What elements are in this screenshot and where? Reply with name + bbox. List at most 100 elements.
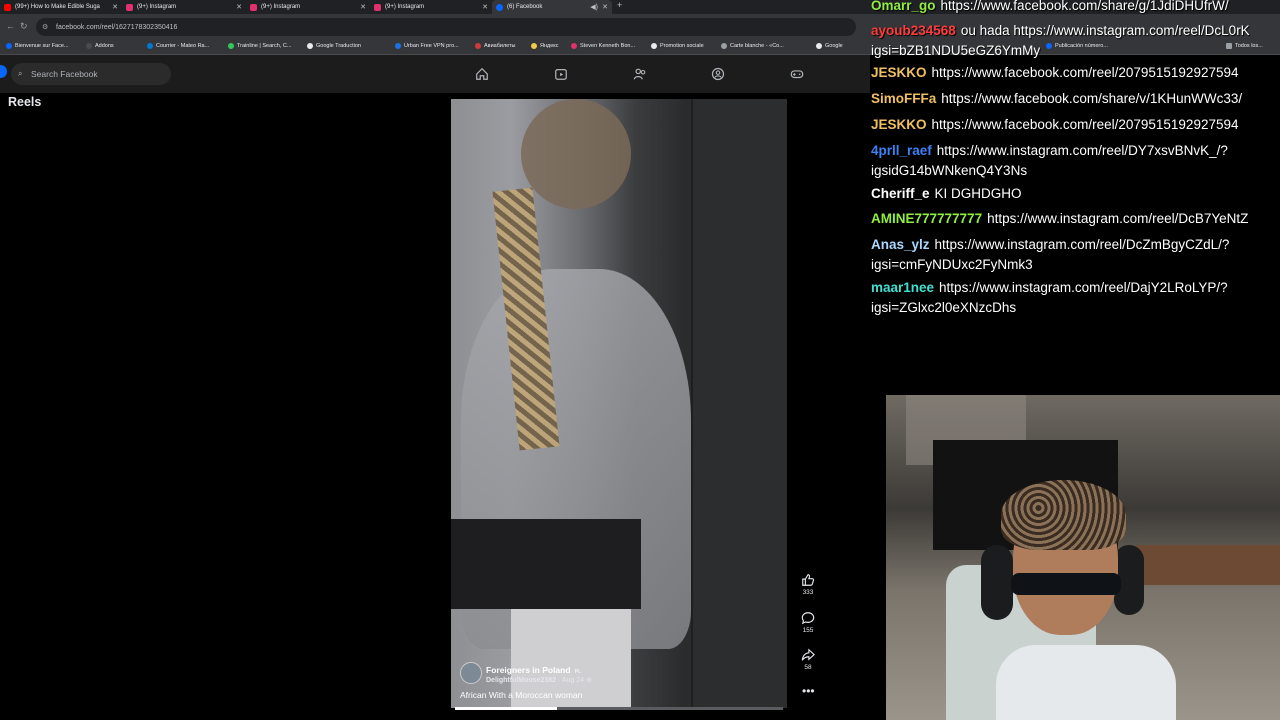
reload-icon[interactable]: ↻ <box>20 21 28 32</box>
video-scene-skirt <box>451 519 641 609</box>
browser-tab-active[interactable]: (6) Facebook ◀) ✕ <box>492 0 612 14</box>
chat-message: JESKKO https://www.facebook.com/reel/2079… <box>871 63 1280 83</box>
facebook-favicon-icon <box>496 3 503 11</box>
stream-chat: Omarr_go https://www.facebook.com/share/g… <box>871 0 1280 330</box>
close-tab-icon[interactable]: ✕ <box>602 3 608 11</box>
like-count: 333 <box>802 589 814 596</box>
new-tab-button[interactable]: + <box>617 0 622 10</box>
bookmark-item[interactable]: Carte blanche - «Co... <box>721 43 784 49</box>
search-icon: ⌕ <box>18 69 23 78</box>
tab-title: (6) Facebook <box>507 4 543 10</box>
groups-icon[interactable] <box>711 67 725 81</box>
friends-icon[interactable] <box>633 67 647 81</box>
webcam-feed <box>886 395 1280 720</box>
chat-username[interactable]: ayoub234568 <box>871 23 956 38</box>
chat-message: Omarr_go https://www.facebook.com/share/g… <box>871 0 1280 16</box>
browser-tab[interactable]: (9+) Instagram ✕ <box>246 0 370 14</box>
chat-message: Anas_ylz https://www.instagram.com/reel/D… <box>871 235 1280 275</box>
instagram-favicon-icon <box>250 3 257 11</box>
close-tab-icon[interactable]: ✕ <box>360 3 366 11</box>
video-progress-fill <box>455 707 557 710</box>
video-scene-door <box>691 99 787 708</box>
chat-text-continued: igsi=cmFyNDUxc2FyNmk3 <box>871 257 1033 272</box>
tab-title: (99+) How to Make Edible Suga <box>15 4 100 10</box>
bookmark-label: Trainline | Search, C... <box>237 43 292 49</box>
comment-count: 155 <box>802 627 814 634</box>
home-icon[interactable] <box>475 67 489 81</box>
webcam-table <box>1136 545 1280 585</box>
reel-video[interactable] <box>451 99 787 708</box>
close-tab-icon[interactable]: ✕ <box>236 3 242 11</box>
bookmark-item[interactable]: Авиабилеты <box>475 43 516 49</box>
chat-message: maar1nee https://www.instagram.com/reel/D… <box>871 278 1280 318</box>
chat-username[interactable]: Cheriff_e <box>871 186 930 201</box>
bookmark-item[interactable]: Bienvenue sur Face... <box>6 43 69 49</box>
browser-tab[interactable]: (99+) How to Make Edible Suga ✕ <box>0 0 122 14</box>
chat-message: AMINE777777777 https://www.instagram.com/… <box>871 209 1280 229</box>
back-icon[interactable]: ← <box>6 21 15 31</box>
chat-text: https://www.instagram.com/reel/DcZmBgyCZ… <box>934 237 1230 252</box>
chat-username[interactable]: Anas_ylz <box>871 237 930 252</box>
chat-username[interactable]: SimoFFFa <box>871 91 936 106</box>
reel-page-name[interactable]: Foreigners in Poland PL <box>486 665 581 675</box>
bookmark-item[interactable]: Courrier - Mateo Ra... <box>147 43 209 49</box>
like-button[interactable]: 333 <box>798 573 818 596</box>
url-input[interactable]: ⚙ facebook.com/reel/1627178302350416 <box>36 18 856 36</box>
facebook-header: ⌕ Search Facebook <box>0 55 870 93</box>
chat-message: Cheriff_e KI DGHDGHO <box>871 184 1280 204</box>
reel-caption: African With a Moroccan woman <box>460 690 583 700</box>
bookmark-item[interactable]: Steven Kenneth Bon... <box>571 43 635 49</box>
chat-username[interactable]: JESKKO <box>871 117 927 132</box>
chat-message: ayoub234568 ou hada https://www.instagram… <box>871 21 1280 61</box>
page-country-badge: PL <box>574 669 582 675</box>
headset-icon <box>981 545 1013 620</box>
chat-text-continued: igsi=bZB1NDU5eGZ6YmMy <box>871 43 1041 58</box>
bookmark-item[interactable]: Promotion sociale <box>651 43 704 49</box>
chat-text: https://www.instagram.com/reel/DcB7YeNtZ <box>987 211 1249 226</box>
site-info-icon[interactable]: ⚙ <box>42 23 48 31</box>
chat-username[interactable]: 4prll_raef <box>871 143 932 158</box>
browser-tab[interactable]: (9+) Instagram ✕ <box>370 0 492 14</box>
bookmark-label: Urban Free VPN pro... <box>404 43 459 49</box>
gaming-icon[interactable] <box>790 67 804 81</box>
comment-button[interactable]: 155 <box>798 611 818 634</box>
close-tab-icon[interactable]: ✕ <box>112 3 118 11</box>
chat-username[interactable]: JESKKO <box>871 65 927 80</box>
share-button[interactable]: 58 <box>798 648 818 671</box>
facebook-logo-icon[interactable] <box>0 65 7 78</box>
bookmark-label: Steven Kenneth Bon... <box>580 43 636 49</box>
chat-text: https://www.instagram.com/reel/DY7xsvBNv… <box>936 143 1228 158</box>
bookmark-item[interactable]: Trainline | Search, C... <box>228 43 291 49</box>
reel-author[interactable]: DelightfulMouse2382 · Aug 24 ⊕ <box>486 676 592 684</box>
chat-username[interactable]: AMINE777777777 <box>871 211 982 226</box>
reel-date: Aug 24 <box>561 677 585 684</box>
more-options-icon[interactable]: ••• <box>802 684 815 698</box>
close-tab-icon[interactable]: ✕ <box>482 3 488 11</box>
video-icon[interactable] <box>554 67 568 81</box>
page-name-text: Foreigners in Poland <box>486 665 571 675</box>
youtube-favicon-icon <box>4 3 11 11</box>
chat-text: https://www.facebook.com/reel/2079515192… <box>931 65 1239 80</box>
page-avatar[interactable] <box>460 662 482 684</box>
video-scene-head <box>521 99 631 209</box>
bookmark-item[interactable]: Google <box>816 43 843 49</box>
bookmark-item[interactable]: Urban Free VPN pro... <box>395 43 459 49</box>
sunglasses <box>1011 573 1121 595</box>
bookmark-item[interactable]: Addons <box>86 43 114 49</box>
bookmark-item[interactable]: Google Traduction <box>307 43 361 49</box>
browser-tab[interactable]: (9+) Instagram ✕ <box>122 0 246 14</box>
share-icon <box>801 648 815 661</box>
chat-username[interactable]: maar1nee <box>871 280 934 295</box>
bookmark-label: Carte blanche - «Co... <box>730 43 784 49</box>
audio-icon[interactable]: ◀) <box>590 3 598 11</box>
tab-title: (9+) Instagram <box>261 4 301 10</box>
bookmark-label: Courrier - Mateo Ra... <box>156 43 210 49</box>
video-progress-bar[interactable] <box>455 707 783 710</box>
chat-username[interactable]: Omarr_go <box>871 0 936 13</box>
chat-text: https://www.facebook.com/reel/2079515192… <box>931 117 1239 132</box>
bookmark-item[interactable]: Яндекс <box>531 43 559 49</box>
reel-info: Foreigners in Poland PL DelightfulMouse2… <box>460 662 780 702</box>
chat-message: JESKKO https://www.facebook.com/reel/2079… <box>871 115 1280 135</box>
tab-title: (9+) Instagram <box>137 4 177 10</box>
search-input[interactable]: ⌕ Search Facebook <box>11 63 171 85</box>
